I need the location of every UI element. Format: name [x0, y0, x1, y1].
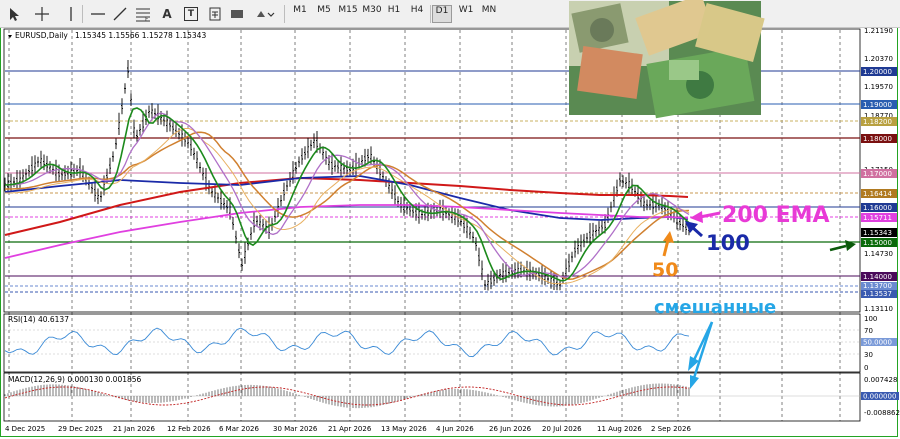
rsi-tick: 100 [864, 315, 877, 323]
time-tick: 4 Jun 2026 [436, 425, 474, 433]
macd-tick: 0.007428 [864, 376, 897, 384]
price-tick: 1.20370 [864, 55, 893, 63]
level-label: 1.20000 [863, 68, 892, 76]
time-tick: 11 Aug 2026 [597, 425, 642, 433]
macd-label: MACD(12,26,9) 0.000130 0.001856 [8, 375, 142, 384]
time-tick: 12 Feb 2026 [167, 425, 211, 433]
ema50-annotation: 50 [652, 259, 678, 281]
level-label: 1.13700 [863, 282, 892, 290]
price-tick: 1.13110 [864, 305, 893, 313]
time-axis: 4 Dec 2025 29 Dec 2025 21 Jan 2026 12 Feb 2… [5, 425, 691, 433]
ema100-annotation: 100 [706, 231, 750, 255]
level-label: 1.14000 [863, 273, 892, 281]
price-tick: 1.19570 [864, 83, 893, 91]
price-tick: 1.21190 [864, 27, 893, 35]
currency-photo [569, 0, 765, 119]
macd-axis: 0.007428 0.000000 -0.008862 [861, 376, 900, 417]
time-tick: 2 Sep 2026 [651, 425, 691, 433]
rsi-tick: 30 [864, 351, 873, 359]
rsi-axis: 100 70 50.0000 30 0 [861, 315, 897, 372]
time-tick: 21 Jan 2026 [113, 425, 156, 433]
level-label: 1.18200 [863, 118, 892, 126]
level-label: 1.17000 [863, 170, 892, 178]
rsi-tick: 50.0000 [863, 339, 892, 347]
ohlc-values: 1.15345 1.15566 1.15278 1.15343 [75, 31, 206, 40]
rsi-tick: 70 [864, 327, 873, 335]
time-tick: 6 Mar 2026 [219, 425, 259, 433]
time-tick: 30 Mar 2026 [273, 425, 318, 433]
rsi-pane [3, 313, 861, 373]
time-tick: 29 Dec 2025 [58, 425, 103, 433]
mixed-annotation: смешанные [654, 297, 776, 318]
rsi-label: RSI(14) 40.6137 [8, 315, 69, 324]
time-tick: 13 May 2026 [381, 425, 427, 433]
level-label: 1.15343 [863, 229, 892, 237]
level-label: 1.18000 [863, 135, 892, 143]
level-label: 1.15711 [863, 214, 892, 222]
symbol-label: EURUSD,Daily [15, 31, 68, 40]
level-label: 1.19000 [863, 101, 892, 109]
macd-tick: -0.008862 [864, 409, 900, 417]
time-tick: 21 Apr 2026 [328, 425, 372, 433]
time-tick: 26 Jun 2026 [489, 425, 532, 433]
level-label: 1.13537 [863, 290, 892, 298]
price-tick: 1.14730 [864, 250, 893, 258]
chart-area[interactable]: EURUSD,Daily 1.15345 1.15566 1.15278 1.1… [0, 0, 900, 439]
time-tick: 4 Dec 2025 [5, 425, 45, 433]
macd-tick: 0.000000 [863, 393, 896, 401]
level-label: 1.15000 [863, 239, 892, 247]
ema200-annotation: 200 EMA [722, 203, 830, 228]
level-label: 1.16000 [863, 204, 892, 212]
level-label: 1.16414 [863, 190, 892, 198]
level-labels: 1.20000 1.19000 1.18200 1.18000 1.17000 … [861, 67, 897, 298]
time-tick: 20 Jul 2026 [542, 425, 582, 433]
rsi-tick: 0 [864, 364, 868, 372]
